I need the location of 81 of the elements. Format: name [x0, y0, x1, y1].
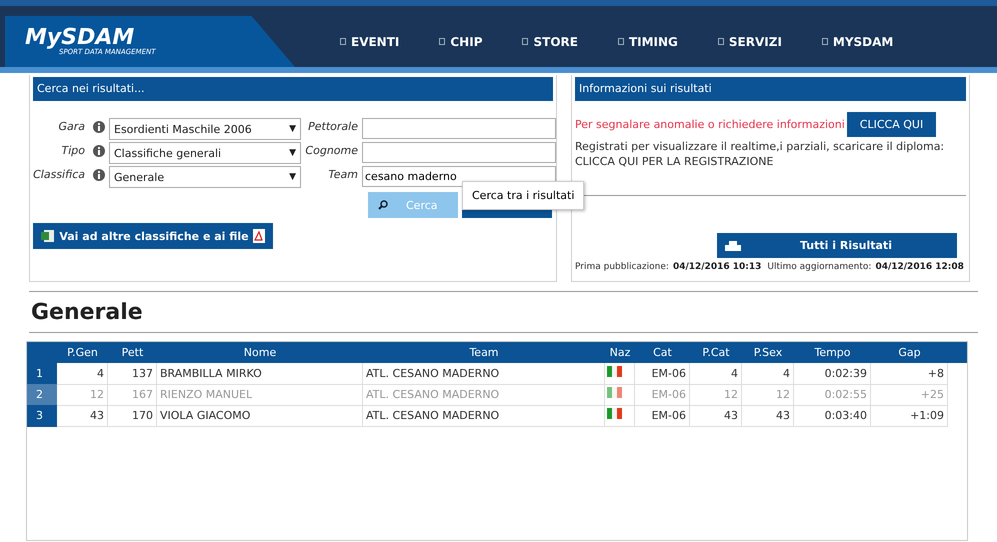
update-date: 04/12/2016 12:08 — [875, 262, 964, 272]
info-icon[interactable] — [93, 121, 105, 133]
table-cell: 170 — [108, 405, 157, 427]
rank-cell: 3 — [27, 405, 57, 427]
column-header[interactable]: Naz — [605, 342, 635, 363]
register-text: Registrati per visualizzare il realtime,i parziali, scaricare il diploma: CLICCA QUI PER LA REGISTRAZIONE — [575, 139, 946, 169]
table-cell: 43 — [690, 405, 742, 427]
nav-link[interactable]: MYSDAM — [822, 34, 894, 48]
info-icon[interactable] — [93, 169, 105, 181]
field-label: Classifica — [33, 167, 86, 183]
notice-text: Per segnalare anomalie o richiedere informazioni — [575, 118, 845, 131]
nav-link[interactable]: STORE — [522, 34, 578, 48]
field-label: Tipo — [60, 143, 86, 159]
flag-icon — [607, 387, 622, 398]
table-cell: +25 — [871, 384, 948, 406]
panel-title: Cerca nei risultati... — [33, 77, 553, 101]
flag-icon — [607, 366, 622, 377]
input-field[interactable] — [362, 142, 556, 163]
publication-label: Prima pubblicazione: — [575, 262, 669, 272]
column-header[interactable]: Gap — [871, 342, 948, 363]
table-cell: 43 — [742, 405, 794, 427]
publication-date: 04/12/2016 10:13 — [672, 262, 762, 272]
update-label: Ultimo aggiornamento: — [767, 262, 872, 272]
table-cell: 0:03:40 — [794, 405, 871, 427]
table-cell: ATL. CESANO MADERNO — [363, 384, 605, 406]
logo-text: MySDAM — [25, 28, 134, 48]
table-cell: 4 — [690, 363, 742, 385]
table-cell: EM-06 — [635, 384, 690, 406]
column-header[interactable]: Pett — [108, 342, 157, 363]
podium-icon — [725, 240, 741, 250]
nav-link[interactable]: CHIP — [439, 34, 482, 48]
nav-link[interactable]: TIMING — [618, 34, 678, 48]
section-heading: Generale — [31, 300, 144, 327]
spreadsheet-icon — [41, 229, 55, 243]
table-cell: 12 — [690, 384, 742, 406]
field-label: Cognome — [304, 143, 359, 159]
table-cell: ATL. CESANO MADERNO — [363, 363, 605, 385]
select-field[interactable]: Classifiche generali ▼ — [109, 142, 301, 164]
table-cell: EM-06 — [635, 405, 690, 427]
field-label: Pettorale — [307, 119, 359, 135]
column-header[interactable]: P.Gen — [57, 342, 108, 363]
flag-icon — [607, 408, 622, 419]
table-cell: 12 — [742, 384, 794, 406]
tooltip: Cerca tra i risultati — [462, 181, 584, 210]
table-cell: 12 — [57, 384, 108, 406]
column-header[interactable]: P.Sex — [742, 342, 794, 363]
column-header[interactable]: Team — [363, 342, 605, 363]
table-cell: 4 — [742, 363, 794, 385]
select-field[interactable]: Esordienti Maschile 2006 ▼ — [109, 118, 301, 140]
rank-cell: 2 — [27, 384, 57, 406]
input-field[interactable] — [362, 118, 556, 139]
nav-link[interactable]: SERVIZI — [718, 34, 782, 48]
table-cell: 0:02:55 — [794, 384, 871, 406]
column-header[interactable]: Nome — [157, 342, 363, 363]
table-cell: +8 — [871, 363, 948, 385]
column-header[interactable]: Cat — [635, 342, 690, 363]
field-label: Team — [327, 167, 359, 183]
column-header[interactable]: Tempo — [794, 342, 871, 363]
files-button[interactable]: Vai ad altre classifiche e ai file — [33, 223, 273, 249]
table-cell: 137 — [108, 363, 157, 385]
info-icon[interactable] — [93, 145, 105, 157]
table-cell: 4 — [57, 363, 108, 385]
field-label: Gara — [57, 119, 86, 135]
table-cell: 167 — [108, 384, 157, 406]
table-cell: ATL. CESANO MADERNO — [363, 405, 605, 427]
column-header[interactable]: P.Cat — [690, 342, 742, 363]
table-cell: 43 — [57, 405, 108, 427]
table-cell: RIENZO MANUEL — [157, 384, 363, 406]
table-cell: 0:02:39 — [794, 363, 871, 385]
all-results-button[interactable]: Tutti i Risultati — [717, 233, 957, 258]
search-icon — [378, 200, 388, 210]
select-field[interactable]: Generale ▼ — [109, 166, 301, 188]
contact-button[interactable]: CLICCA QUI — [846, 112, 936, 137]
nav-link[interactable]: EVENTI — [340, 34, 400, 48]
panel-title: Informazioni sui risultati — [575, 77, 966, 101]
table-cell: BRAMBILLA MIRKO — [157, 363, 363, 385]
rank-cell: 1 — [27, 363, 57, 385]
pdf-icon — [253, 229, 265, 243]
table-cell: VIOLA GIACOMO — [157, 405, 363, 427]
table-cell: +1:09 — [871, 405, 948, 427]
table-cell: EM-06 — [635, 363, 690, 385]
